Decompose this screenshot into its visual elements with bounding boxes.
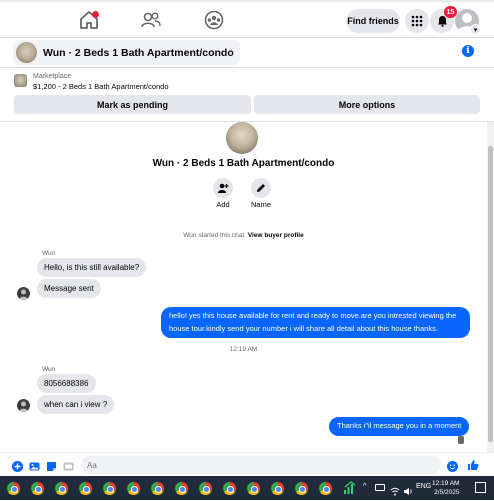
message-input[interactable] — [81, 456, 441, 474]
chrome-taskbar-icon[interactable] — [319, 482, 332, 495]
name-label: Name — [250, 200, 271, 209]
conversation-title: Wun · 2 Beds 1 Bath Apartment/condo — [152, 158, 335, 169]
system-clock[interactable]: 12:19 AM 2/5/2025 — [432, 479, 459, 497]
chrome-taskbar-icon[interactable] — [247, 482, 260, 495]
chat-title-pill[interactable]: Wun · 2 Beds 1 Bath Apartment/condo — [13, 40, 240, 65]
plus-icon[interactable] — [12, 459, 23, 472]
message-composer — [0, 452, 494, 476]
like-icon[interactable] — [467, 458, 479, 470]
find-friends-button[interactable]: Find friends — [346, 9, 400, 33]
sender-avatar[interactable] — [17, 287, 30, 300]
chat-started-notice: Wun started this chat. View buyer profil… — [0, 232, 487, 239]
seen-indicator — [458, 436, 464, 444]
chrome-taskbar-icon[interactable] — [7, 482, 20, 495]
sender-avatar[interactable] — [17, 399, 30, 412]
signal-app-icon[interactable] — [343, 481, 357, 495]
sticker-icon[interactable] — [46, 459, 57, 471]
chat-scrollbar[interactable] — [487, 122, 494, 452]
menu-grid-icon[interactable] — [405, 9, 429, 33]
chrome-taskbar-icon[interactable] — [103, 482, 116, 495]
notification-center-icon[interactable] — [475, 482, 486, 493]
message-timestamp: 12:19 AM — [229, 346, 258, 353]
chrome-taskbar-icon[interactable] — [271, 482, 284, 495]
sender-name: Wun — [42, 250, 56, 257]
chrome-taskbar-icon[interactable] — [79, 482, 92, 495]
listing-price-title[interactable]: $1,200 - 2 Beds 1 Bath Apartment/condo — [33, 82, 169, 91]
add-label: Add — [216, 200, 230, 209]
chat-title: Wun · 2 Beds 1 Bath Apartment/condo — [43, 46, 234, 59]
outgoing-message[interactable]: hello! yes this house available for rent… — [161, 307, 470, 338]
sender-name: Wun — [42, 366, 56, 373]
chrome-taskbar-icon[interactable] — [175, 482, 188, 495]
scrollbar-thumb[interactable] — [488, 146, 493, 442]
chrome-taskbar-icon[interactable] — [199, 482, 212, 495]
language-indicator[interactable]: ENG — [416, 483, 431, 490]
chevron-up-icon[interactable]: ^ — [363, 483, 366, 490]
chrome-taskbar-icon[interactable] — [295, 482, 308, 495]
chat-header: Wun · 2 Beds 1 Bath Apartment/condo — [0, 38, 494, 68]
marketplace-label: Marketplace — [33, 73, 72, 80]
gif-icon[interactable] — [63, 459, 74, 471]
clock-date: 2/5/2025 — [434, 489, 460, 496]
chrome-taskbar-icon[interactable] — [55, 482, 68, 495]
chat-thread[interactable]: Wun · 2 Beds 1 Bath Apartment/condo Add … — [0, 122, 494, 452]
listing-thumbnail — [16, 42, 37, 63]
groups-icon[interactable] — [203, 10, 225, 30]
battery-icon[interactable] — [375, 484, 385, 491]
mark-pending-button[interactable]: Mark as pending — [14, 95, 251, 114]
name-edit-button[interactable] — [251, 178, 271, 198]
more-options-button[interactable]: More options — [254, 95, 480, 114]
volume-icon[interactable] — [403, 483, 413, 501]
chrome-taskbar-icon[interactable] — [223, 482, 236, 495]
top-nav: Find friends 15 ▾ — [0, 2, 494, 38]
wifi-icon[interactable] — [390, 483, 400, 501]
view-buyer-profile-link[interactable]: View buyer profile — [248, 232, 304, 239]
chrome-taskbar-icon[interactable] — [127, 482, 140, 495]
outgoing-message[interactable]: Thanks i"il message you in a moment — [329, 417, 470, 436]
chrome-taskbar-icon[interactable] — [151, 482, 164, 495]
chrome-taskbar-icon[interactable] — [31, 482, 44, 495]
conversation-avatar — [226, 122, 258, 154]
home-notification-dot — [92, 11, 99, 18]
friends-icon[interactable] — [140, 10, 162, 30]
info-icon[interactable]: i — [462, 45, 474, 57]
add-person-button[interactable] — [213, 178, 233, 198]
chat-started-text: Wun started this chat. — [183, 232, 247, 239]
emoji-icon[interactable] — [447, 459, 458, 472]
chevron-down-icon[interactable]: ▾ — [470, 24, 481, 35]
photo-icon[interactable] — [29, 459, 40, 471]
os-taskbar: ^ ENG 12:19 AM 2/5/2025 — [0, 476, 494, 500]
incoming-message[interactable]: when can i view ? — [37, 395, 115, 414]
listing-mini-thumbnail — [14, 74, 27, 87]
incoming-message[interactable]: Message sent — [37, 279, 101, 298]
clock-time: 12:19 AM — [432, 480, 460, 487]
incoming-message[interactable]: Hello, is this still available? — [37, 258, 147, 277]
incoming-message[interactable]: 8056688386 — [37, 374, 96, 393]
marketplace-bar: Marketplace $1,200 - 2 Beds 1 Bath Apart… — [0, 68, 494, 122]
